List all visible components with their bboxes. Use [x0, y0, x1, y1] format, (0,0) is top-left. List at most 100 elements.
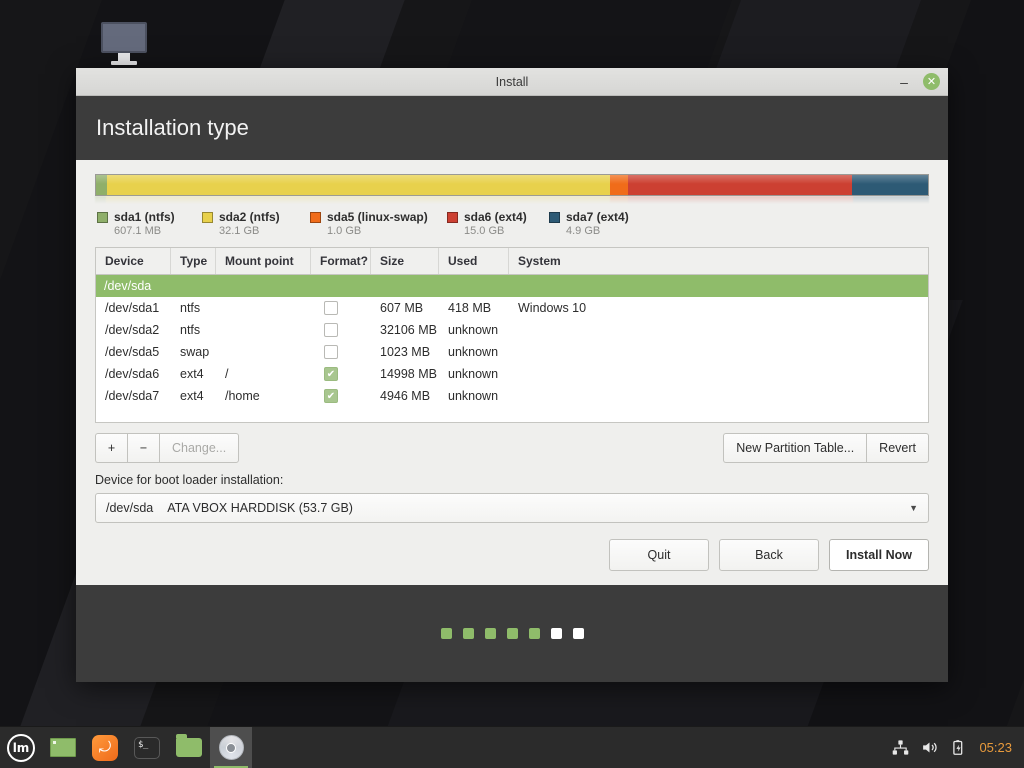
partition-toolbar: + − Change... New Partition Table... Rev…	[95, 433, 929, 463]
firefox-icon: ⤾	[92, 734, 118, 761]
cell-format	[311, 319, 371, 341]
progress-dot	[550, 628, 562, 639]
format-checkbox[interactable]	[324, 323, 338, 337]
remove-partition-button[interactable]: −	[127, 433, 159, 463]
mint-logo-icon: lm	[7, 733, 35, 762]
window-title: Install	[495, 74, 529, 89]
monitor-base	[111, 61, 137, 65]
legend-partition-name: sda1 (ntfs)	[114, 210, 175, 224]
add-partition-button[interactable]: +	[95, 433, 127, 463]
cell-type: swap	[180, 345, 210, 359]
cell-device: /dev/sda2	[105, 323, 160, 337]
table-row[interactable]: /dev/sda6 ext4 / ✔ 14998 MB unknown	[96, 363, 928, 385]
taskbar: lm ⤾ $_ 05:23	[0, 726, 1024, 768]
partition-bar-reflection-segment	[610, 196, 628, 204]
format-checkbox[interactable]	[324, 345, 338, 359]
cell-type: ext4	[180, 389, 204, 403]
network-icon[interactable]	[892, 739, 909, 756]
table-column-header[interactable]: Format?	[311, 248, 371, 274]
legend-partition-size: 4.9 GB	[566, 225, 601, 237]
clock[interactable]: 05:23	[979, 740, 1012, 755]
install-now-button[interactable]: Install Now	[829, 539, 929, 571]
partition-table[interactable]: Device Type Mount point Format? Size Used Syst…	[95, 247, 929, 423]
revert-button[interactable]: Revert	[866, 433, 929, 463]
cell-type: ntfs	[180, 301, 201, 315]
table-row[interactable]: /dev/sda2 ntfs 32106 MB unknown	[96, 319, 928, 341]
legend-partition-size: 1.0 GB	[327, 225, 362, 237]
mint-menu-button[interactable]: lm	[0, 727, 42, 768]
cell-size: 32106 MB	[380, 323, 437, 337]
progress-dot	[528, 628, 540, 639]
volume-icon[interactable]	[921, 739, 938, 756]
table-column-header[interactable]: Device	[96, 248, 171, 274]
minimize-button[interactable]: –	[897, 75, 911, 89]
table-column-header[interactable]: Used	[439, 248, 509, 274]
chevron-down-icon: ▼	[909, 503, 918, 513]
bootloader-device-name: /dev/sda	[106, 501, 154, 515]
cell-mount-point	[216, 319, 311, 341]
cell-format	[311, 341, 371, 363]
cell-type: ntfs	[180, 323, 201, 337]
table-row[interactable]: /dev/sda1 ntfs 607 MB 418 MB Windows 10	[96, 297, 928, 319]
legend-color-swatch	[310, 211, 321, 223]
legend-item: sda1 (ntfs) 607.1 MB	[97, 210, 202, 237]
installer-content: sda1 (ntfs) 607.1 MB sda2 (ntfs) 32.1 GB sda…	[76, 160, 948, 585]
bootloader-device-select[interactable]: /dev/sda ATA VBOX HARDDISK (53.7 GB) ▼	[95, 493, 929, 523]
change-partition-button[interactable]: Change...	[159, 433, 240, 463]
format-checkbox[interactable]: ✔	[324, 367, 338, 381]
taskbar-item-show-desktop[interactable]	[42, 727, 84, 768]
quit-button[interactable]: Quit	[609, 539, 709, 571]
bootloader-device-description: ATA VBOX HARDDISK (53.7 GB)	[167, 501, 353, 515]
partition-bar-segment	[106, 175, 611, 195]
back-button[interactable]: Back	[719, 539, 819, 571]
cell-size: 14998 MB	[380, 367, 437, 381]
legend-item: sda6 (ext4) 15.0 GB	[447, 210, 549, 237]
disc-icon	[218, 735, 244, 760]
cell-system	[509, 363, 928, 385]
folder-icon	[176, 734, 202, 757]
battery-charging-icon[interactable]	[950, 739, 967, 756]
cell-system	[509, 385, 928, 407]
taskbar-item-installer[interactable]	[210, 726, 252, 768]
taskbar-item-terminal[interactable]: $_	[126, 727, 168, 768]
page-header: Installation type	[76, 96, 948, 160]
cell-format	[311, 297, 371, 319]
cell-mount-point: /home	[225, 389, 260, 403]
legend-item: sda5 (linux-swap) 1.0 GB	[310, 210, 447, 237]
system-tray: 05:23	[892, 739, 1024, 756]
taskbar-item-files[interactable]	[168, 727, 210, 768]
cell-device: /dev/sda7	[105, 389, 160, 403]
format-checkbox[interactable]	[324, 301, 338, 315]
installer-window: Install – ✕ Installation type sda1 (ntfs…	[76, 68, 948, 682]
new-partition-table-button[interactable]: New Partition Table...	[723, 433, 867, 463]
partition-bar-reflection-segment	[853, 196, 929, 204]
taskbar-item-firefox[interactable]: ⤾	[84, 727, 126, 768]
bootloader-label: Device for boot loader installation:	[95, 473, 284, 487]
legend-item: sda7 (ext4) 4.9 GB	[549, 210, 649, 237]
close-icon[interactable]: ✕	[923, 73, 940, 90]
table-column-header[interactable]: Size	[371, 248, 439, 274]
table-column-header[interactable]: System	[509, 248, 928, 274]
partition-legend: sda1 (ntfs) 607.1 MB sda2 (ntfs) 32.1 GB sda…	[95, 210, 929, 237]
cell-used: unknown	[448, 323, 499, 337]
partition-edit-group: + − Change...	[95, 433, 240, 463]
table-row[interactable]: /dev/sda5 swap 1023 MB unknown	[96, 341, 928, 363]
table-column-header[interactable]: Type	[171, 248, 216, 274]
legend-partition-size: 607.1 MB	[114, 225, 162, 237]
partition-bar-segment	[96, 175, 107, 195]
window-titlebar: Install – ✕	[76, 68, 948, 96]
cell-format: ✔	[311, 363, 371, 385]
format-checkbox[interactable]: ✔	[324, 389, 338, 403]
progress-dots	[76, 585, 948, 682]
progress-dot	[506, 628, 518, 639]
legend-partition-name: sda7 (ext4)	[566, 210, 629, 224]
progress-dot	[440, 628, 452, 639]
cell-system	[509, 319, 928, 341]
table-column-header[interactable]: Mount point	[216, 248, 311, 274]
table-row[interactable]: /dev/sda7 ext4/home ✔ 4946 MB unknown	[96, 385, 928, 407]
table-row-disk[interactable]: /dev/sda	[96, 275, 928, 297]
legend-color-swatch	[202, 211, 213, 223]
partition-bar-segment	[610, 175, 629, 195]
progress-dot	[462, 628, 474, 639]
desktop-icon-computer[interactable]	[96, 22, 152, 72]
